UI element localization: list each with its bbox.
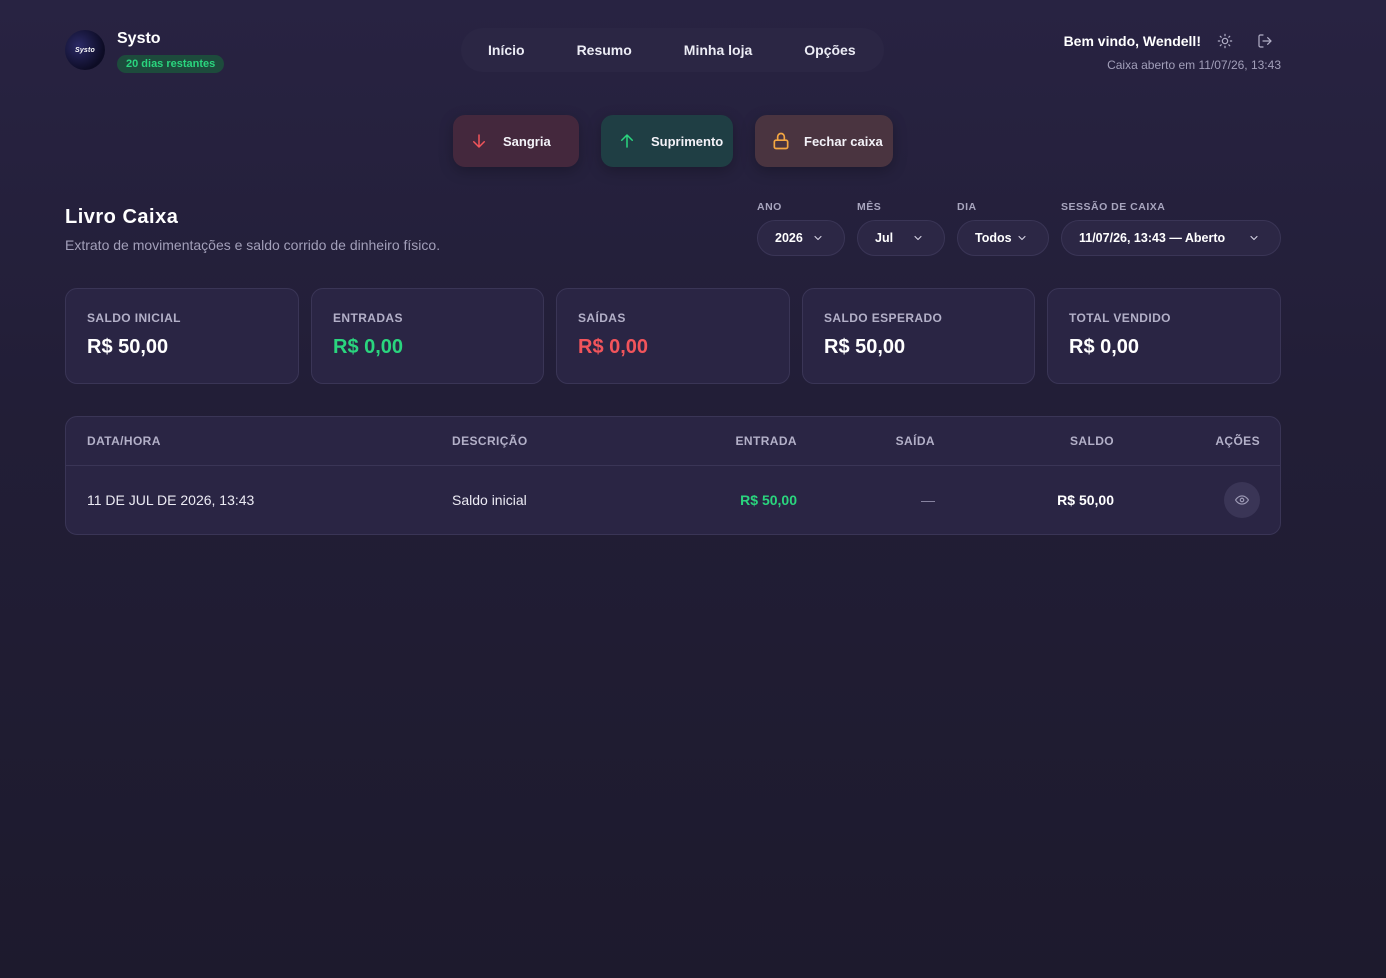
stat-card-entradas: ENTRADAS R$ 0,00 [311,288,544,384]
stat-card-saldo-inicial: SALDO INICIAL R$ 50,00 [65,288,299,384]
stat-card-saidas: SAÍDAS R$ 0,00 [556,288,790,384]
filter-mes-select[interactable]: Jul [857,220,945,256]
th-entrada: ENTRADA [735,434,797,448]
filter-ano-value: 2026 [775,231,803,245]
view-button[interactable] [1224,482,1260,518]
stat-label: SALDO INICIAL [87,311,181,325]
stat-value: R$ 0,00 [1069,336,1140,358]
filter-ano-select[interactable]: 2026 [757,220,845,256]
table-header: DATA/HORA DESCRIÇÃO ENTRADA SAÍDA SALDO … [66,417,1280,466]
sangria-button[interactable]: Sangria [453,115,579,167]
stat-value: R$ 50,00 [87,336,169,358]
cell-saida: — [921,492,935,508]
logout-icon[interactable] [1256,32,1274,50]
chevron-down-icon [814,235,822,241]
filter-sessao-value: 11/07/26, 13:43 — Aberto [1079,231,1226,245]
nav-item-opcoes[interactable]: Opções [804,42,855,58]
stat-card-total-vendido: TOTAL VENDIDO R$ 0,00 [1047,288,1281,384]
arrow-down-icon [473,134,485,148]
th-saida: SAÍDA [895,434,935,448]
stat-label: SAÍDAS [578,311,626,325]
cell-saldo: R$ 50,00 [1057,492,1114,508]
stat-value: R$ 50,00 [824,336,906,358]
brand-logo[interactable]: Systo [65,30,105,70]
th-saldo: SALDO [1070,434,1114,448]
nav-item-resumo[interactable]: Resumo [577,42,632,58]
fechar-caixa-button[interactable]: Fechar caixa [755,115,893,167]
welcome-text: Bem vindo, Wendell! [1063,33,1201,49]
chevron-down-icon [914,235,922,241]
th-descricao: DESCRIÇÃO [452,434,528,448]
suprimento-label: Suprimento [651,133,724,149]
stat-value: R$ 0,00 [578,336,649,358]
chevron-down-icon [1250,235,1258,241]
main-nav: Início Resumo Minha loja Opções [461,28,884,72]
eye-icon [1235,495,1249,505]
header: Systo Systo 20 dias restantes Início Res… [0,0,1386,100]
arrow-up-icon [621,134,633,148]
cell-entrada: R$ 50,00 [740,492,797,508]
page-subtitle: Extrato de movimentações e saldo corrido… [65,237,441,253]
brand-name: Systo [117,30,161,47]
sangria-label: Sangria [503,133,551,149]
filter-sessao-label: SESSÃO DE CAIXA [1061,201,1166,213]
livro-caixa-table: DATA/HORA DESCRIÇÃO ENTRADA SAÍDA SALDO … [65,416,1281,535]
suprimento-button[interactable]: Suprimento [601,115,733,167]
page-title: Livro Caixa [65,206,179,228]
stat-label: TOTAL VENDIDO [1069,311,1171,325]
filter-mes-value: Jul [875,231,894,245]
filter-sessao-select[interactable]: 11/07/26, 13:43 — Aberto [1061,220,1281,256]
trial-badge: 20 dias restantes [117,55,225,73]
filter-dia-select[interactable]: Todos [957,220,1049,256]
filter-dia-label: DIA [957,201,977,213]
filter-ano-label: ANO [757,201,782,213]
table-row: 11 DE JUL DE 2026, 13:43 Saldo inicial R… [66,466,1280,535]
cell-descricao: Saldo inicial [452,492,527,508]
stat-value: R$ 0,00 [333,336,404,358]
chevron-down-icon [1018,235,1026,241]
caixa-status: Caixa aberto em 11/07/26, 13:43 [1107,58,1281,72]
nav-item-inicio[interactable]: Início [488,42,525,58]
stat-card-saldo-esperado: SALDO ESPERADO R$ 50,00 [802,288,1035,384]
stat-label: SALDO ESPERADO [824,311,943,325]
nav-item-minha-loja[interactable]: Minha loja [684,42,752,58]
th-acoes: AÇÕES [1215,434,1260,448]
stat-label: ENTRADAS [333,311,403,325]
cell-datahora: 11 DE JUL DE 2026, 13:43 [87,492,255,508]
fechar-caixa-label: Fechar caixa [804,133,883,149]
sun-icon[interactable] [1216,32,1234,50]
lock-icon [773,132,789,150]
th-datahora: DATA/HORA [87,434,161,448]
filter-dia-value: Todos [975,231,1012,245]
filter-mes-label: MÊS [857,201,882,213]
